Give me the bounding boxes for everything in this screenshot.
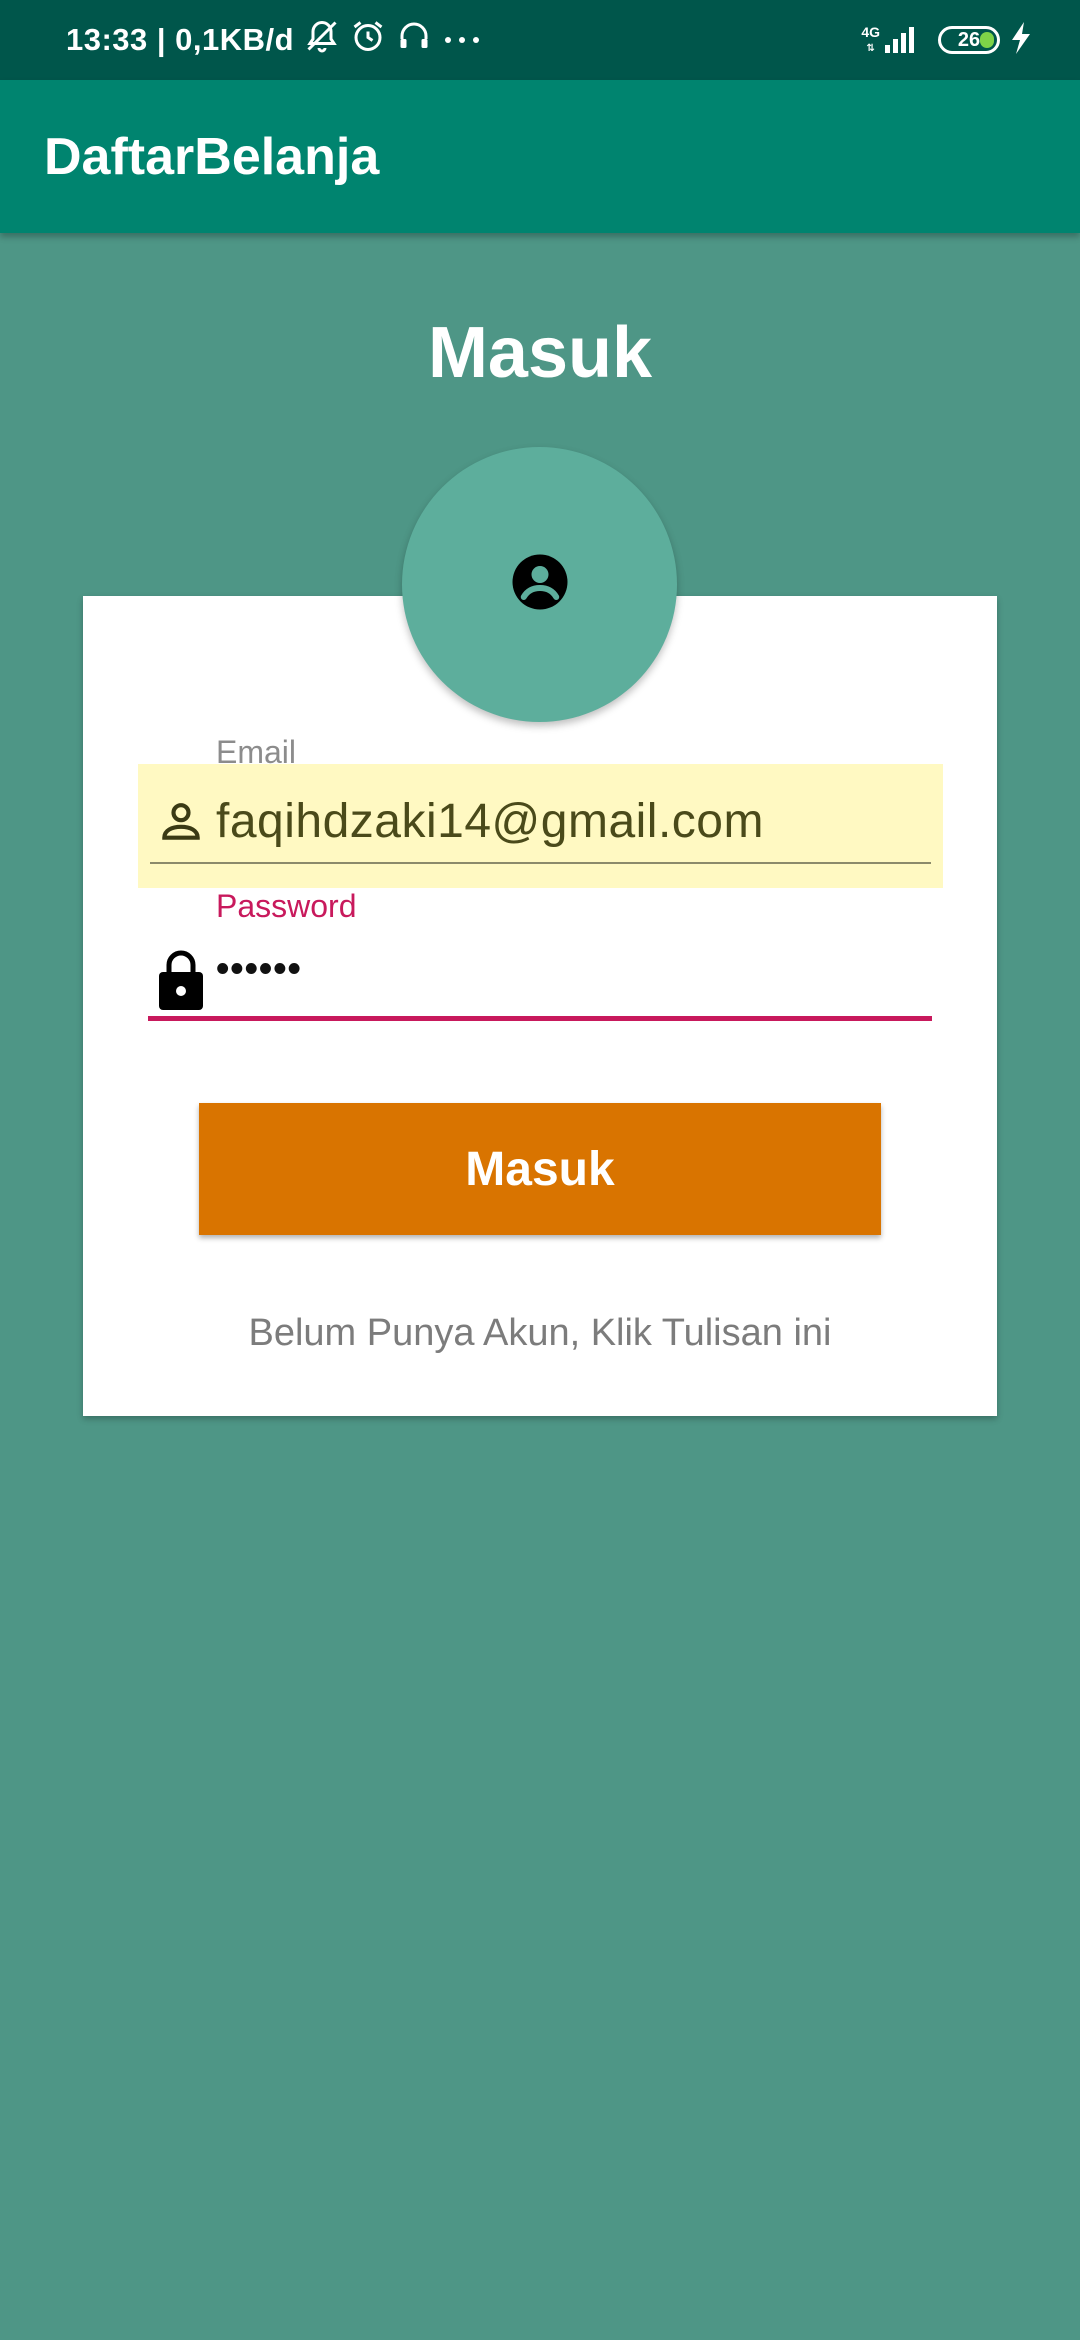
status-left: 13:33 | 0,1KB/d <box>66 0 482 80</box>
battery-fill <box>980 32 994 48</box>
battery-level: 26 <box>957 28 981 51</box>
password-value: •••••• <box>216 948 302 990</box>
mute-notification-icon <box>304 18 340 62</box>
password-underline <box>148 1016 932 1021</box>
person-icon <box>156 796 206 851</box>
email-underline <box>150 862 931 864</box>
signal-icon <box>884 23 920 58</box>
network-label: 4G ⇅ <box>861 23 880 54</box>
password-field[interactable]: •••••• <box>148 930 932 1022</box>
headset-icon <box>396 18 432 62</box>
status-right: 4G ⇅ 26 <box>861 0 1032 80</box>
status-bar: 13:33 | 0,1KB/d 4G ⇅ 26 <box>0 0 1080 80</box>
app-bar: DaftarBelanja <box>0 80 1080 233</box>
password-label: Password <box>216 888 357 924</box>
more-dots-icon <box>442 22 482 58</box>
charging-icon <box>1010 21 1032 59</box>
battery-indicator: 26 <box>938 26 1000 54</box>
email-field[interactable]: faqihdzaki14@gmail.com <box>138 764 943 888</box>
account-circle-icon <box>510 552 570 617</box>
register-link[interactable]: Belum Punya Akun, Klik Tulisan ini <box>0 1312 1080 1355</box>
login-button[interactable]: Masuk <box>199 1103 881 1235</box>
page-title: Masuk <box>427 313 653 393</box>
lock-icon <box>158 948 204 1015</box>
alarm-icon <box>350 18 386 62</box>
status-time: 13:33 | 0,1KB/d <box>66 22 295 57</box>
email-value: faqihdzaki14@gmail.com <box>216 795 764 848</box>
avatar <box>402 447 677 722</box>
app-title: DaftarBelanja <box>44 127 380 186</box>
